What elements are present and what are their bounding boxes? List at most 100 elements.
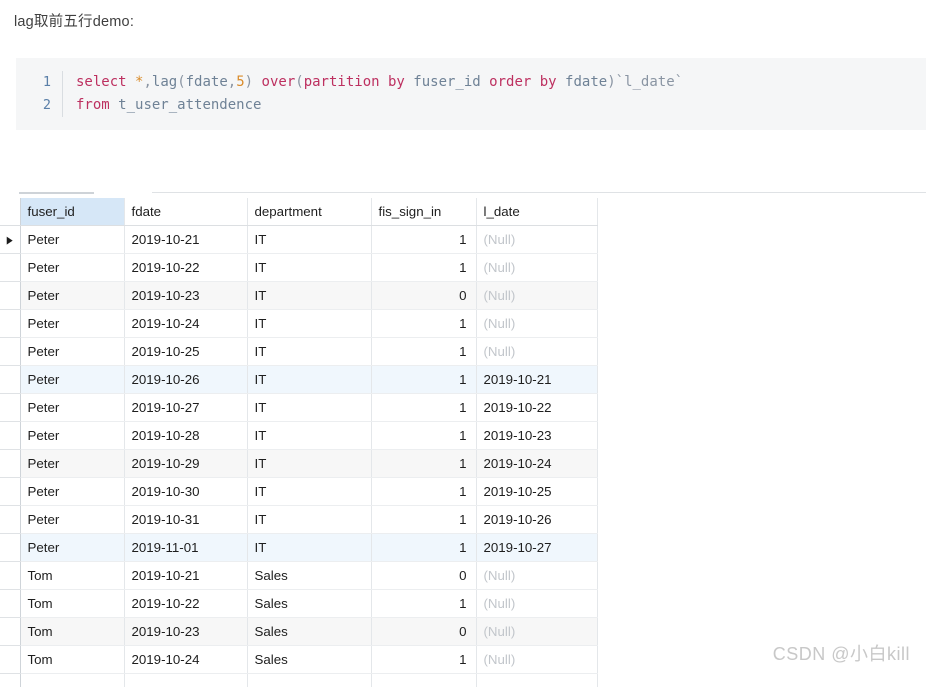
cell-l_date[interactable]: (Null) [476, 617, 598, 646]
row-selector-cell[interactable] [0, 449, 21, 478]
cell-l_date[interactable]: 2019-10-22 [476, 393, 598, 422]
cell-department[interactable]: Sales [247, 589, 372, 618]
table-row[interactable]: Tom 2019-10-21 Sales 0 (Null) [0, 561, 598, 590]
row-selector-cell[interactable] [0, 645, 21, 674]
cell-fis_sign_in[interactable]: 0 [371, 281, 477, 310]
cell-department[interactable]: Sales [247, 617, 372, 646]
cell-fis_sign_in[interactable]: 1 [371, 225, 477, 254]
table-row[interactable]: Peter 2019-10-28 IT 1 2019-10-23 [0, 421, 598, 450]
row-selector-cell[interactable] [0, 617, 21, 646]
cell-department[interactable]: IT [247, 449, 372, 478]
cell-l_date[interactable]: (Null) [476, 561, 598, 590]
cell-fuser_id[interactable]: Peter [20, 421, 125, 450]
column-header-department[interactable]: department [247, 198, 372, 226]
table-row[interactable]: Peter 2019-11-01 IT 1 2019-10-27 [0, 533, 598, 562]
cell-fis_sign_in[interactable]: 1 [371, 421, 477, 450]
cell-fdate[interactable]: 2019-11-01 [124, 533, 248, 562]
cell-l_date[interactable]: (Null) [476, 281, 598, 310]
cell-fdate[interactable]: 2019-10-28 [124, 421, 248, 450]
cell-department[interactable]: IT [247, 421, 372, 450]
row-selector-cell[interactable] [0, 421, 21, 450]
cell-fis_sign_in[interactable]: 1 [371, 505, 477, 534]
cell-fis_sign_in[interactable]: 1 [371, 393, 477, 422]
cell-l_date[interactable]: 2019-10-25 [476, 477, 598, 506]
cell-l_date[interactable]: 2019-10-26 [476, 505, 598, 534]
cell-l_date[interactable]: 2019-10-21 [476, 365, 598, 394]
row-selector-cell[interactable]: ► [0, 225, 21, 254]
cell-fuser_id[interactable]: Peter [20, 533, 125, 562]
table-row[interactable]: Tom 2019-10-23 Sales 0 (Null) [0, 617, 598, 646]
cell-department[interactable]: IT [247, 309, 372, 338]
cell-fis_sign_in[interactable]: 1 [371, 477, 477, 506]
table-row[interactable]: Tom 2019-10-24 Sales 1 (Null) [0, 645, 598, 674]
cell-department[interactable] [247, 673, 372, 687]
row-selector-cell[interactable] [0, 505, 21, 534]
table-row[interactable]: Peter 2019-10-24 IT 1 (Null) [0, 309, 598, 338]
column-header-fuser-id[interactable]: fuser_id [20, 198, 125, 226]
row-selector-cell[interactable] [0, 337, 21, 366]
row-selector-cell[interactable] [0, 589, 21, 618]
cell-fdate[interactable]: 2019-10-27 [124, 393, 248, 422]
cell-department[interactable]: IT [247, 365, 372, 394]
cell-department[interactable]: IT [247, 533, 372, 562]
cell-department[interactable]: IT [247, 505, 372, 534]
cell-fdate[interactable]: 2019-10-25 [124, 337, 248, 366]
cell-l_date[interactable]: (Null) [476, 253, 598, 282]
table-row[interactable]: Tom 2019-10-22 Sales 1 (Null) [0, 589, 598, 618]
cell-department[interactable]: IT [247, 281, 372, 310]
cell-department[interactable]: IT [247, 337, 372, 366]
cell-fis_sign_in[interactable]: 1 [371, 645, 477, 674]
cell-l_date[interactable]: 2019-10-23 [476, 421, 598, 450]
row-selector-cell[interactable] [0, 673, 21, 687]
cell-fis_sign_in[interactable]: 1 [371, 309, 477, 338]
cell-l_date[interactable]: (Null) [476, 589, 598, 618]
cell-fuser_id[interactable]: Peter [20, 365, 125, 394]
cell-fuser_id[interactable]: Peter [20, 337, 125, 366]
table-row[interactable]: Peter 2019-10-26 IT 1 2019-10-21 [0, 365, 598, 394]
cell-fis_sign_in[interactable] [371, 673, 477, 687]
cell-fis_sign_in[interactable]: 1 [371, 365, 477, 394]
cell-fdate[interactable]: 2019-10-23 [124, 617, 248, 646]
cell-l_date[interactable]: (Null) [476, 225, 598, 254]
cell-fdate[interactable]: 2019-10-23 [124, 281, 248, 310]
cell-fuser_id[interactable]: Peter [20, 309, 125, 338]
cell-fis_sign_in[interactable]: 1 [371, 253, 477, 282]
row-selector-cell[interactable] [0, 477, 21, 506]
table-row[interactable]: Peter 2019-10-30 IT 1 2019-10-25 [0, 477, 598, 506]
cell-fis_sign_in[interactable]: 1 [371, 337, 477, 366]
cell-fdate[interactable] [124, 673, 248, 687]
table-row[interactable]: Peter 2019-10-27 IT 1 2019-10-22 [0, 393, 598, 422]
cell-department[interactable]: IT [247, 477, 372, 506]
cell-l_date[interactable]: (Null) [476, 309, 598, 338]
cell-fuser_id[interactable]: Tom [20, 645, 125, 674]
cell-l_date[interactable]: 2019-10-27 [476, 533, 598, 562]
cell-fuser_id[interactable]: Peter [20, 225, 125, 254]
cell-fuser_id[interactable]: Peter [20, 477, 125, 506]
cell-fuser_id[interactable] [20, 673, 125, 687]
cell-department[interactable]: IT [247, 225, 372, 254]
table-row[interactable]: Peter 2019-10-25 IT 1 (Null) [0, 337, 598, 366]
cell-department[interactable]: IT [247, 253, 372, 282]
cell-fuser_id[interactable]: Peter [20, 393, 125, 422]
cell-fuser_id[interactable]: Peter [20, 449, 125, 478]
table-row[interactable]: Peter 2019-10-29 IT 1 2019-10-24 [0, 449, 598, 478]
cell-l_date[interactable]: (Null) [476, 337, 598, 366]
row-selector-cell[interactable] [0, 561, 21, 590]
cell-fis_sign_in[interactable]: 1 [371, 449, 477, 478]
cell-fis_sign_in[interactable]: 1 [371, 533, 477, 562]
cell-fdate[interactable]: 2019-10-29 [124, 449, 248, 478]
cell-fdate[interactable]: 2019-10-21 [124, 225, 248, 254]
table-row[interactable]: ► Peter 2019-10-21 IT 1 (Null) [0, 225, 598, 254]
row-selector-cell[interactable] [0, 309, 21, 338]
row-selector-cell[interactable] [0, 253, 21, 282]
cell-department[interactable]: Sales [247, 645, 372, 674]
result-grid[interactable]: fuser_id fdate department fis_sign_in l_… [0, 198, 598, 687]
cell-l_date[interactable]: 2019-10-24 [476, 449, 598, 478]
cell-fis_sign_in[interactable]: 0 [371, 617, 477, 646]
table-row[interactable]: Peter 2019-10-23 IT 0 (Null) [0, 281, 598, 310]
cell-fdate[interactable]: 2019-10-24 [124, 645, 248, 674]
row-selector-cell[interactable] [0, 533, 21, 562]
cell-fdate[interactable]: 2019-10-31 [124, 505, 248, 534]
column-header-fis-sign-in[interactable]: fis_sign_in [371, 198, 477, 226]
cell-fdate[interactable]: 2019-10-30 [124, 477, 248, 506]
